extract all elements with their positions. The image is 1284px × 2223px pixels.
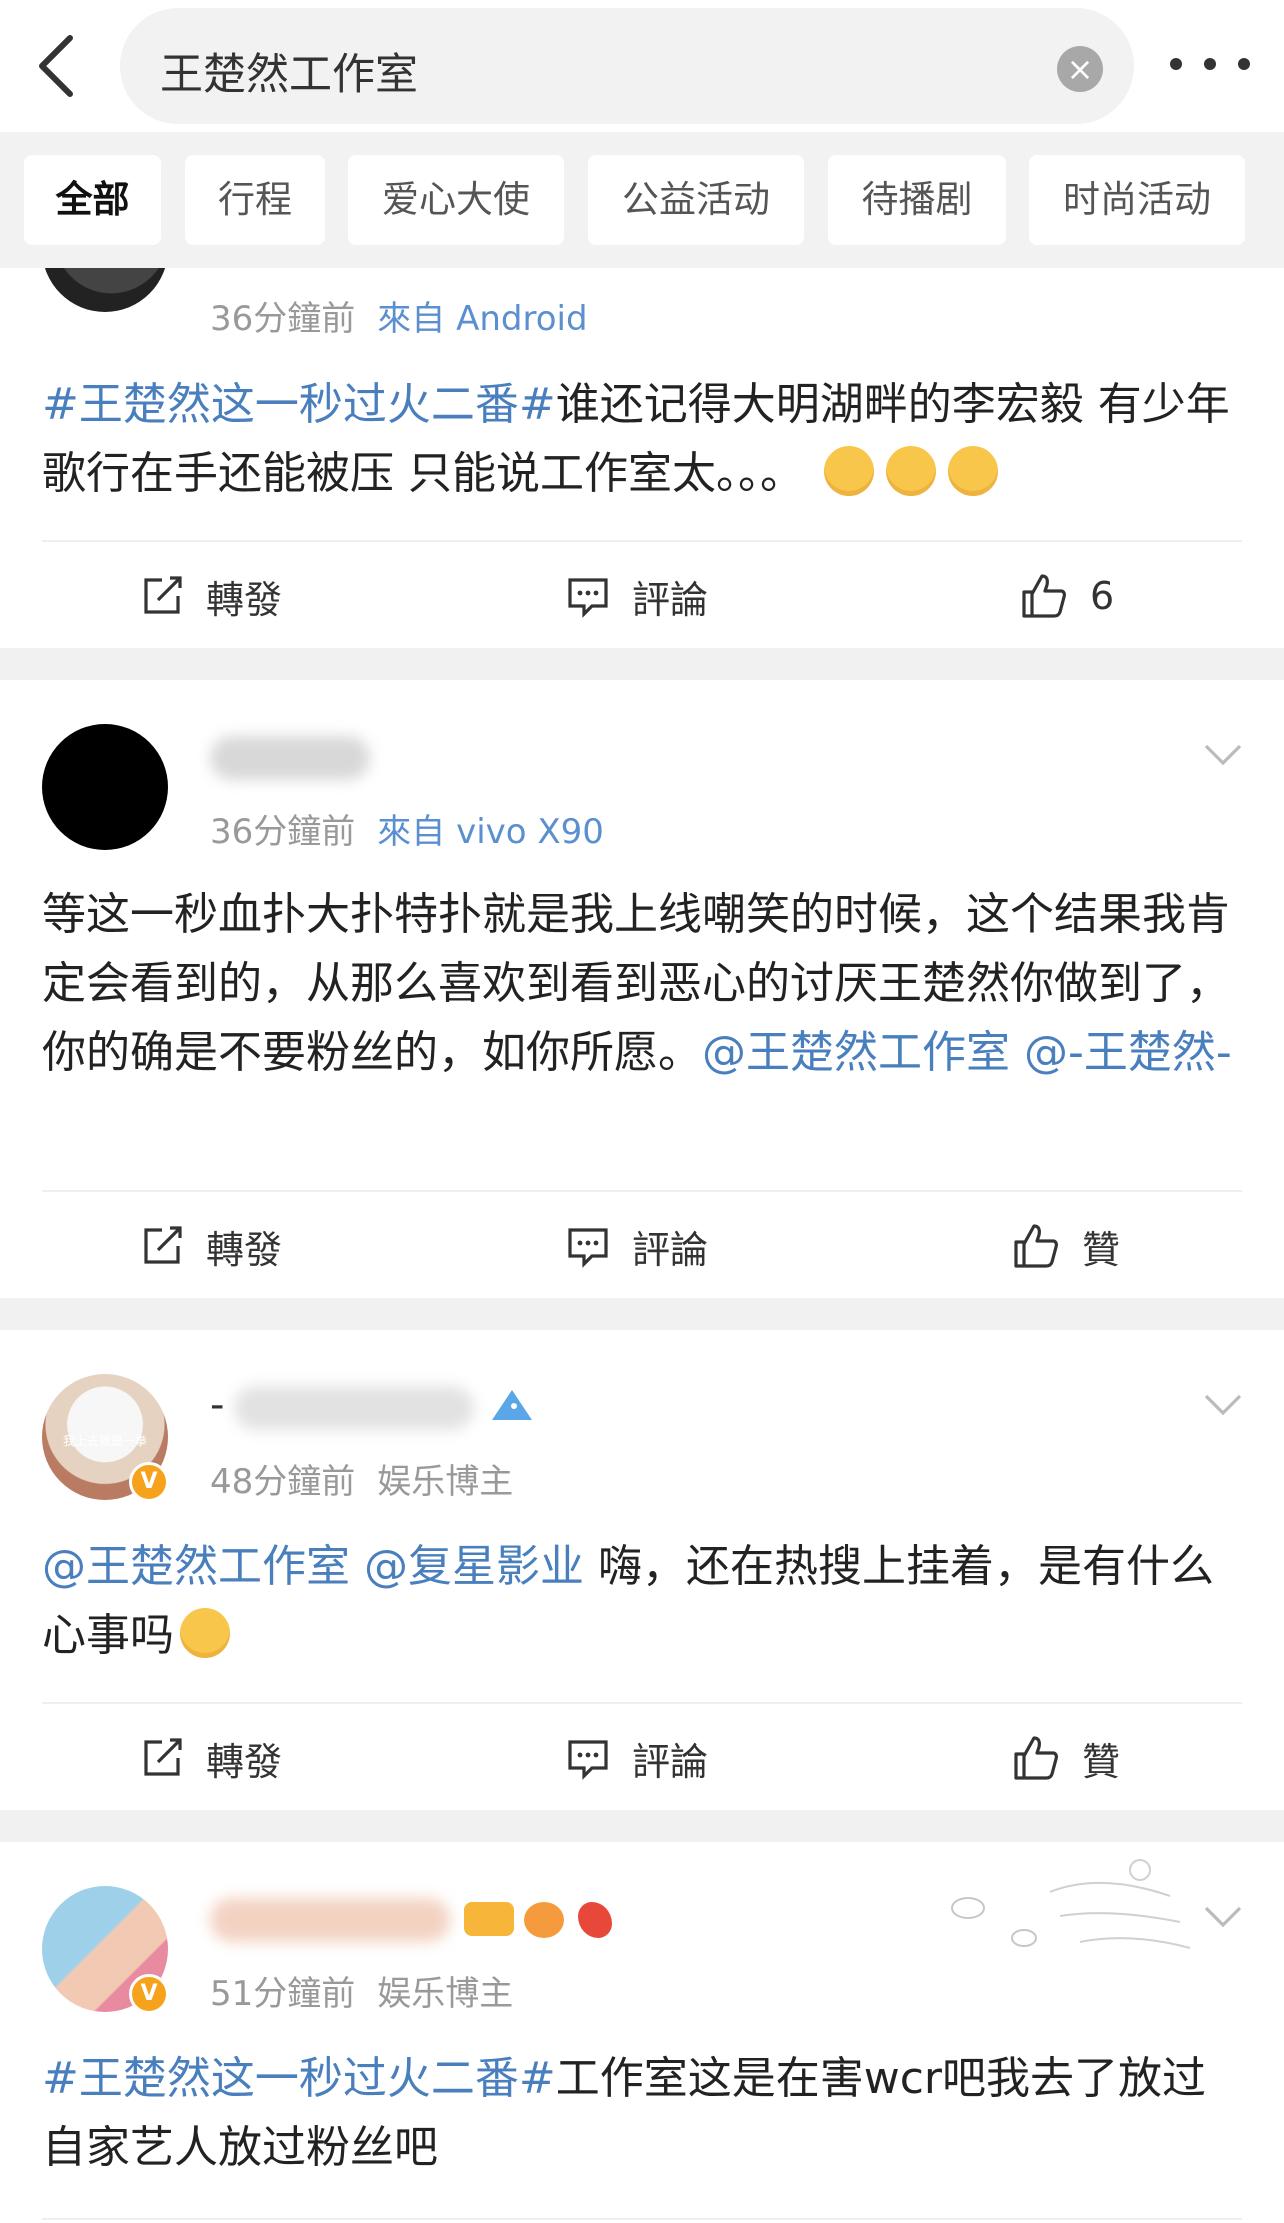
username-prefix[interactable]: - (210, 1382, 224, 1428)
shark-badge-icon (492, 1390, 532, 1420)
post-time: 36分鐘前 (210, 299, 356, 339)
comment-icon (568, 1740, 608, 1780)
repost-button[interactable]: 轉發 (140, 1704, 282, 1810)
like-icon (1022, 574, 1066, 618)
repost-icon (144, 1738, 182, 1776)
hashtag-link[interactable]: #王楚然这一秒过火二番# (42, 379, 556, 430)
like-button[interactable]: 6 (1020, 542, 1114, 648)
post-text: @王楚然工作室 @复星影业 嗨，还在热搜上挂着，是有什么心事吗 (42, 1532, 1242, 1670)
username-blurred[interactable] (210, 736, 370, 780)
post-card[interactable]: 我上去就是一拳 V - 48分鐘前 娱乐博主 @王楚然工作室 @复星影业 嗨，还在… (0, 1330, 1284, 1810)
like-icon (1014, 1736, 1058, 1780)
post-meta: 51分鐘前 娱乐博主 (210, 1966, 513, 2015)
post-time: 51分鐘前 (210, 1974, 356, 2014)
like-count: 6 (1090, 574, 1115, 618)
like-button[interactable]: 贊 (1012, 1192, 1120, 1298)
chevron-down-icon[interactable] (1203, 742, 1243, 768)
post-meta: 48分鐘前 娱乐博主 (210, 1454, 513, 1503)
repost-button[interactable]: 轉發 (140, 1192, 282, 1298)
post-card[interactable]: 36分鐘前 來自 vivo X90 等这一秒血扑大扑特扑就是我上线嘲笑的时候，这个… (0, 680, 1284, 1298)
action-bar: 轉發 評論 6 (0, 542, 1284, 648)
comment-label: 評論 (632, 1739, 709, 1784)
repost-label: 轉發 (206, 577, 283, 622)
mention-link[interactable]: @-王楚然- (1024, 1027, 1232, 1078)
comment-label: 評論 (632, 577, 709, 622)
username-blurred[interactable] (234, 1386, 474, 1430)
chevron-down-icon[interactable] (1203, 1392, 1243, 1418)
comment-icon (568, 578, 608, 618)
verified-badge-icon: V (129, 1974, 169, 2014)
smile-emoji-icon (886, 446, 936, 496)
repost-button[interactable]: 轉發 (140, 542, 282, 648)
tab-charity-ambassador[interactable]: 爱心大使 (348, 155, 564, 245)
filter-tabs: 全部 行程 爱心大使 公益活动 待播剧 时尚活动 (0, 132, 1284, 268)
divider (42, 2218, 1242, 2220)
goldfish-badge-icon (578, 1902, 612, 1938)
like-icon (1014, 1224, 1058, 1268)
post-time: 48分鐘前 (210, 1462, 356, 1502)
post-text: #王楚然这一秒过火二番#工作室这是在害wcr吧我去了放过自家艺人放过粉丝吧 (42, 2044, 1242, 2182)
smile-emoji-icon (824, 446, 874, 496)
like-label: 贊 (1082, 1227, 1121, 1272)
post-meta: 36分鐘前 來自 Android (210, 291, 588, 340)
repost-label: 轉發 (206, 1739, 283, 1784)
like-button[interactable]: 贊 (1012, 1704, 1120, 1810)
surprised-emoji-icon (180, 1608, 230, 1658)
post-time: 36分鐘前 (210, 812, 356, 852)
hashtag-link[interactable]: #王楚然这一秒过火二番# (42, 2053, 556, 2104)
repost-icon (144, 1226, 182, 1264)
tab-charity-events[interactable]: 公益活动 (588, 155, 804, 245)
tab-fashion-events[interactable]: 时尚活动 (1029, 155, 1245, 245)
post-meta: 36分鐘前 來自 vivo X90 (210, 804, 604, 853)
fish-badge-icon (524, 1902, 564, 1938)
post-source[interactable]: 來自 vivo X90 (377, 812, 604, 852)
tab-schedule[interactable]: 行程 (185, 155, 325, 245)
tab-upcoming-dramas[interactable]: 待播剧 (828, 155, 1006, 245)
mention-link[interactable]: @王楚然工作室 (702, 1027, 1010, 1078)
search-input[interactable]: 王楚然工作室 × (120, 8, 1134, 124)
comment-button[interactable]: 評論 (566, 542, 708, 648)
comment-button[interactable]: 評論 (566, 1192, 708, 1298)
comment-icon (568, 1228, 608, 1268)
back-arrow-icon[interactable] (30, 30, 84, 102)
repost-label: 轉發 (206, 1227, 283, 1272)
search-query: 王楚然工作室 (160, 50, 418, 100)
verified-badge-icon: V (129, 1462, 169, 1502)
comment-label: 評論 (632, 1227, 709, 1272)
avatar-caption: 我上去就是一拳 (62, 1434, 147, 1448)
chevron-down-icon[interactable] (1203, 1904, 1243, 1930)
user-title: 娱乐博主 (377, 1974, 514, 2014)
card-decoration-sticker (951, 1859, 1191, 1949)
avatar[interactable] (42, 724, 168, 850)
post-card[interactable]: V 51分鐘前 娱乐博主 #王楚然这一秒过火二番#工作室这是在害wcr吧我去了放过… (0, 1842, 1284, 2223)
repost-icon (144, 576, 182, 614)
post-card[interactable]: 36分鐘前 來自 Android #王楚然这一秒过火二番#谁还记得大明湖畔的李宏毅… (0, 268, 1284, 648)
username-blurred[interactable] (210, 1898, 450, 1942)
post-text: 等这一秒血扑大扑特扑就是我上线嘲笑的时候，这个结果我肯定会看到的，从那么喜欢到看… (42, 880, 1242, 1087)
mention-link[interactable]: @王楚然工作室 (42, 1541, 350, 1592)
tab-all[interactable]: 全部 (24, 155, 161, 245)
member-level-icon (464, 1902, 514, 1936)
smile-emoji-icon (948, 446, 998, 496)
mention-link[interactable]: @复星影业 (364, 1541, 584, 1592)
post-source[interactable]: 來自 Android (377, 299, 587, 339)
more-icon[interactable] (1170, 44, 1250, 84)
top-bar: 王楚然工作室 × (0, 0, 1284, 132)
clear-icon[interactable]: × (1057, 46, 1103, 92)
comment-button[interactable]: 評論 (566, 1704, 708, 1810)
post-text: #王楚然这一秒过火二番#谁还记得大明湖畔的李宏毅 有少年歌行在手还能被压 只能说… (42, 370, 1242, 508)
avatar[interactable] (42, 268, 168, 312)
user-title: 娱乐博主 (377, 1462, 514, 1502)
action-bar: 轉發 評論 贊 (0, 1704, 1284, 1810)
like-label: 贊 (1082, 1739, 1121, 1784)
action-bar: 轉發 評論 贊 (0, 1192, 1284, 1298)
